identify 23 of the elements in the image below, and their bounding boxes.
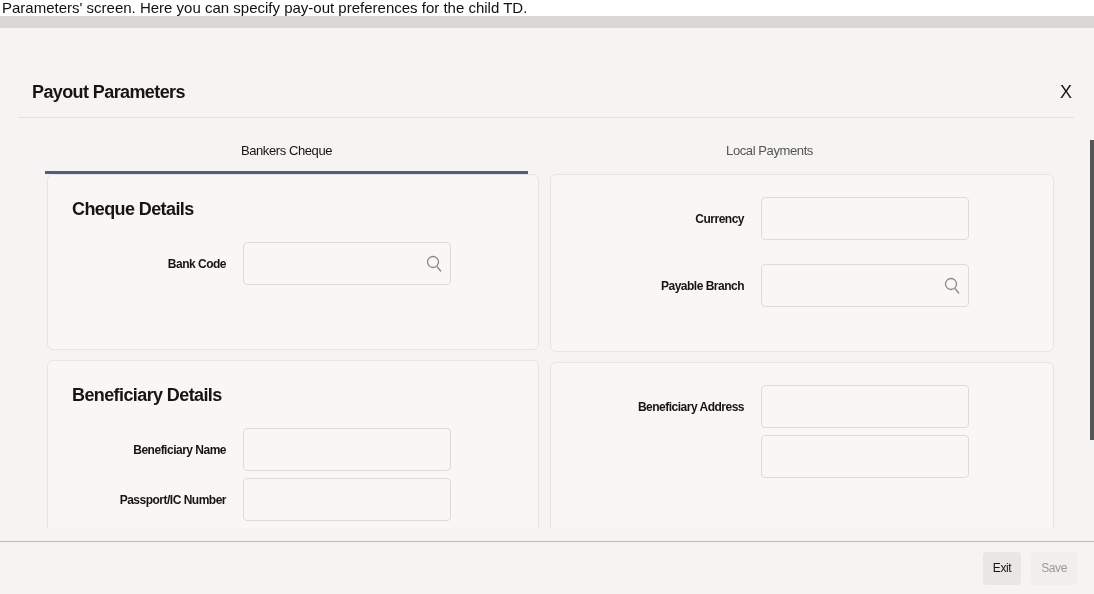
lookup-field[interactable] <box>243 242 451 285</box>
input-field[interactable] <box>243 478 451 521</box>
field-label: Bank Code <box>166 256 226 271</box>
field-label: Currency <box>694 211 744 226</box>
field-label: Beneficiary Address <box>636 399 744 414</box>
field-label: Beneficiary Name <box>132 442 226 457</box>
section-heading: Cheque Details <box>72 199 195 220</box>
field-label: Payable Branch <box>659 278 744 293</box>
dialog-title: Payout Parameters <box>32 82 185 103</box>
search-icon[interactable] <box>426 254 442 273</box>
input-field[interactable] <box>243 428 451 471</box>
scrollbar[interactable] <box>1090 140 1094 440</box>
input-field[interactable] <box>761 435 969 478</box>
search-icon[interactable] <box>944 276 960 295</box>
action-button[interactable]: Exit <box>982 551 1022 585</box>
field-label: Passport/IC Number <box>118 492 226 507</box>
input-field[interactable] <box>761 197 969 240</box>
close-button[interactable]: X <box>1058 82 1074 103</box>
caption-text: Parameters' screen. Here you can specify pay-out preferences for the child TD. <box>1 0 529 16</box>
lookup-field[interactable] <box>761 264 969 307</box>
tab[interactable]: Local Payments <box>528 130 1011 174</box>
section-heading: Beneficiary Details <box>72 385 223 406</box>
input-field[interactable] <box>761 385 969 428</box>
